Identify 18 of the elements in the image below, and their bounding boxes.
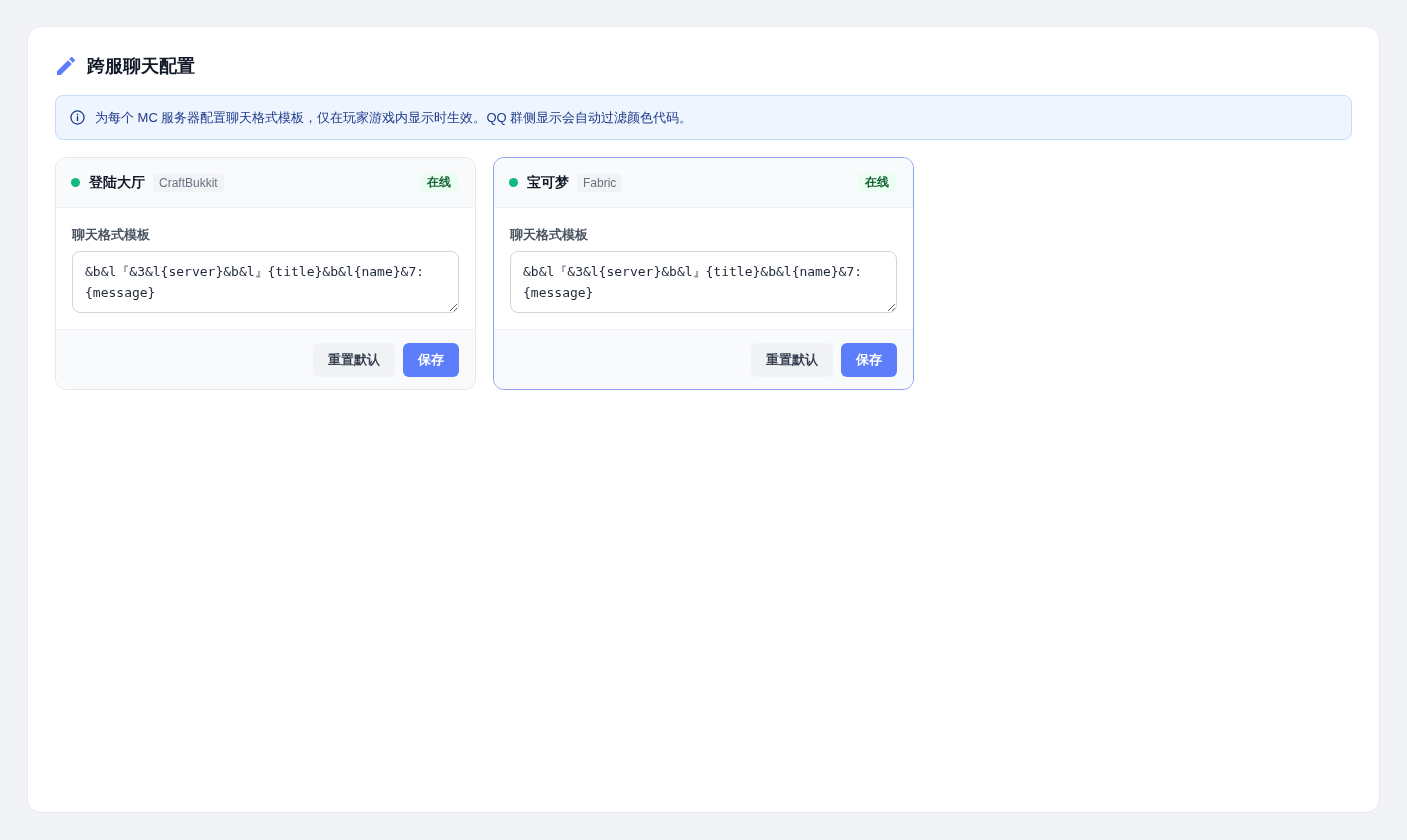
platform-tag: CraftBukkit <box>153 173 224 192</box>
reset-button[interactable]: 重置默认 <box>313 343 395 377</box>
page-title: 跨服聊天配置 <box>87 55 195 78</box>
server-name: 宝可梦 <box>527 173 569 192</box>
platform-tag: Fabric <box>577 173 623 192</box>
save-button[interactable]: 保存 <box>403 343 459 377</box>
pencil-icon <box>57 57 75 75</box>
status-badge: 在线 <box>420 173 458 192</box>
status-badge: 在线 <box>858 173 896 192</box>
server-name: 登陆大厅 <box>89 173 145 192</box>
save-button[interactable]: 保存 <box>841 343 897 377</box>
template-field[interactable]: &b&l『&3&l{server}&b&l』{title}&b&l{name}&7:{message} <box>510 251 897 313</box>
field-label: 聊天格式模板 <box>72 226 151 244</box>
notice-text: 为每个 MC 服务器配置聊天格式模板，仅在玩家游戏内显示时生效。QQ 群侧显示会自动过滤颜色代码。 <box>95 109 693 127</box>
template-field[interactable]: &b&l『&3&l{server}&b&l』{title}&b&l{name}&7:{message} <box>72 251 459 313</box>
field-label: 聊天格式模板 <box>510 226 589 244</box>
info-icon <box>70 110 85 125</box>
reset-button[interactable]: 重置默认 <box>751 343 833 377</box>
